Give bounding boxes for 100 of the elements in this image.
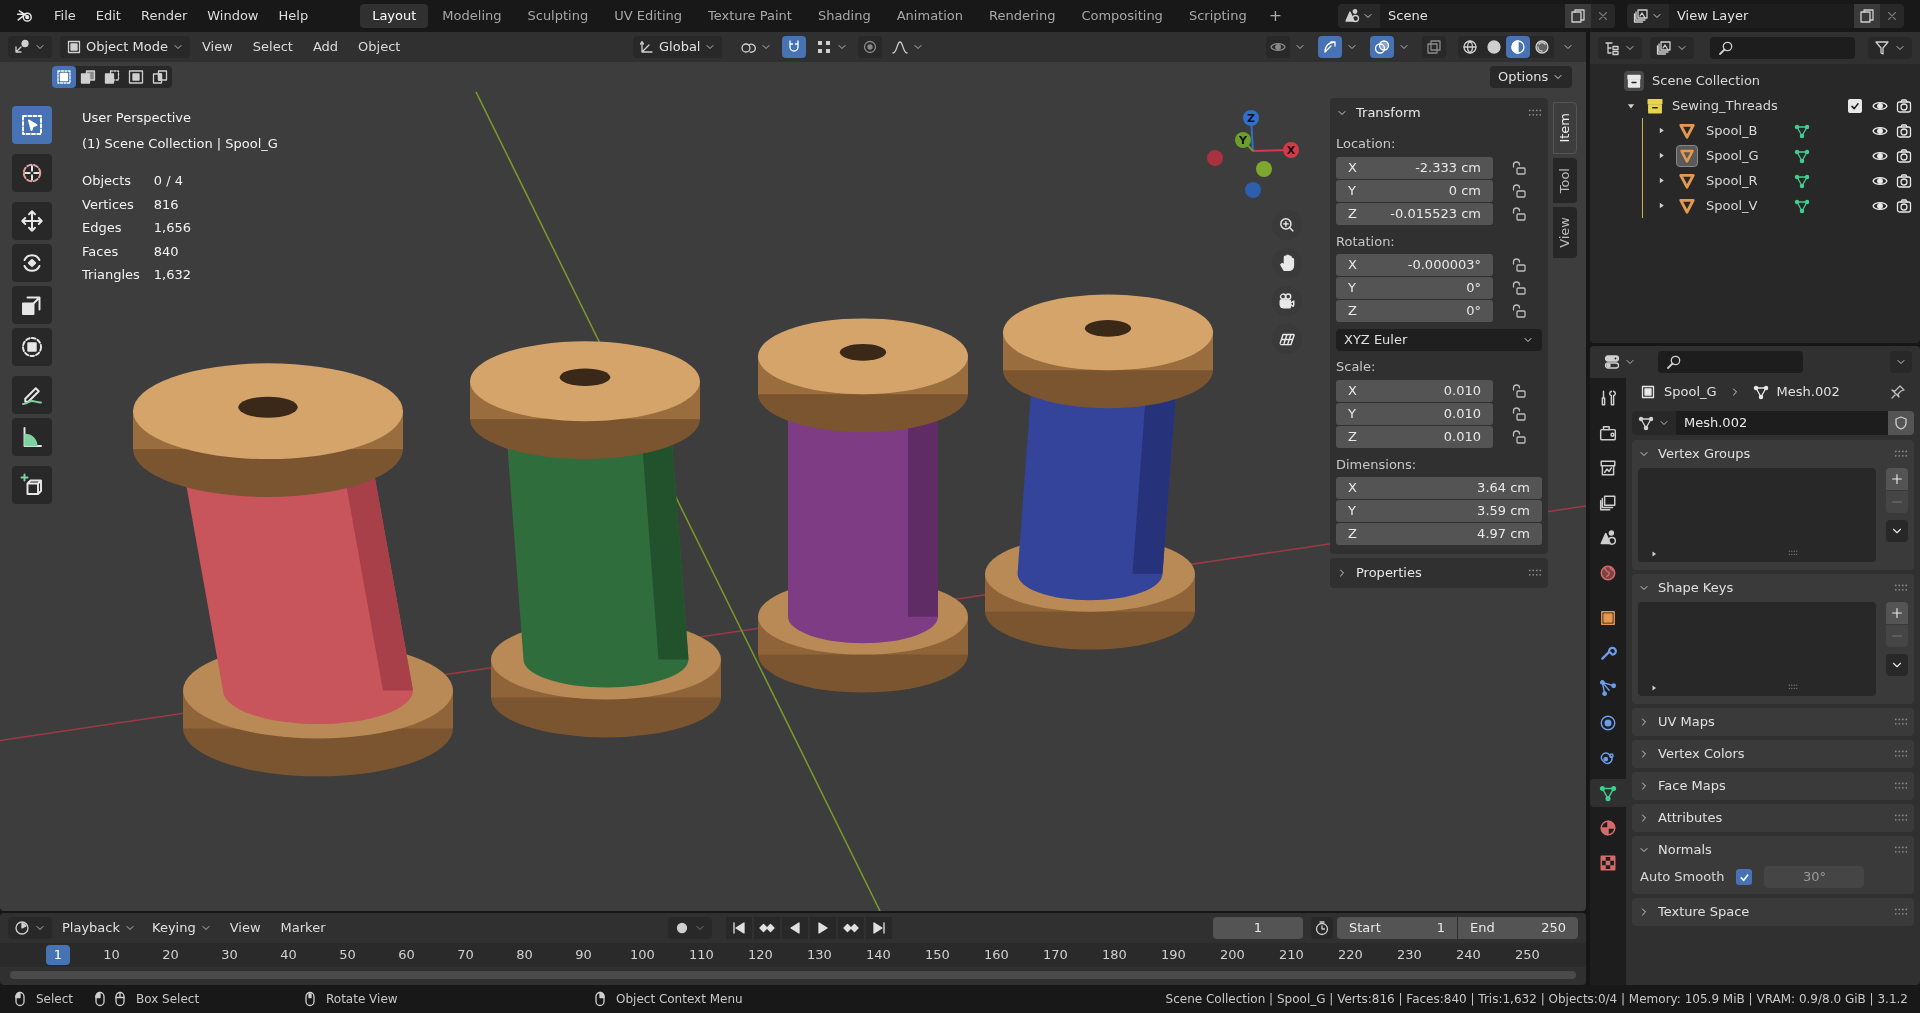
workspace-tab[interactable]: Scripting [1176,4,1259,28]
disclosure-triangle-icon[interactable] [1657,201,1666,210]
menu-dropdown[interactable]: Keying [146,917,218,939]
scene-selector[interactable] [1338,4,1380,28]
panel-title[interactable]: Transform [1356,103,1421,123]
checkbox[interactable] [1848,98,1862,113]
menu-item[interactable]: Add [304,36,347,58]
menu-item[interactable]: Render [132,4,196,28]
scene-field[interactable]: Scene [1380,4,1565,28]
mesh-browse-dropdown[interactable] [1632,411,1676,435]
add-workspace-button[interactable]: + [1260,4,1291,28]
lock-icon[interactable] [1511,205,1527,222]
tool-button[interactable] [12,418,52,456]
triangle-vertices-icon[interactable] [1794,197,1810,214]
menu-item[interactable]: Marker [272,917,334,939]
workspace-tab[interactable]: Modeling [430,4,514,28]
sidebar-tab[interactable]: Tool [1553,157,1577,203]
number-field[interactable]: Z 0° [1336,300,1493,322]
panel-title[interactable]: Normals [1658,840,1712,860]
triangle-vertices-icon[interactable] [1794,172,1810,189]
breadcrumb-item[interactable]: Spool_G [1664,382,1717,402]
lock-icon[interactable] [1511,428,1527,445]
lock-icon[interactable] [1511,257,1527,273]
proportional-toggle[interactable] [858,36,883,58]
workspace-tab[interactable]: Layout [360,4,429,28]
lock-icon[interactable] [1511,159,1527,176]
shading-mode-button[interactable] [1506,36,1530,58]
tree-item[interactable]: Spool_V [1706,195,1794,216]
lock-icon[interactable] [1511,382,1527,399]
tree-item[interactable]: Sewing_Threads [1672,95,1778,116]
navigation-gizmo[interactable]: Z Y X [1200,98,1310,208]
duplicate-icon[interactable] [1854,4,1880,28]
disclosure-triangle-icon[interactable] [1650,550,1658,558]
search-field[interactable] [1710,37,1855,59]
breadcrumb-item[interactable]: Mesh.002 [1776,382,1840,402]
overlays-toggle[interactable] [1370,36,1394,58]
gizmos-toggle[interactable] [1318,36,1342,58]
tool-button[interactable] [12,244,52,282]
workspace-tab[interactable]: Animation [884,4,975,28]
lock-icon[interactable] [1511,303,1527,319]
tool-button[interactable] [12,466,52,504]
number-field[interactable]: Z 0.010 [1336,425,1493,448]
close-icon[interactable] [1591,4,1615,28]
caret-icon[interactable] [1886,520,1908,542]
panel-title[interactable]: Attributes [1658,808,1723,828]
orientation-dropdown[interactable]: Global [633,36,723,58]
tool-button[interactable] [12,286,52,324]
frame-field[interactable]: 1 [1213,917,1303,939]
menu-item[interactable]: File [46,4,84,28]
plus-icon[interactable] [1886,602,1908,624]
start-frame-field[interactable]: Start 1 [1337,917,1457,939]
number-field[interactable]: Y 0 cm [1336,179,1493,202]
menu-item[interactable]: View [221,917,269,939]
checkbox[interactable] [1736,869,1753,885]
camera-icon[interactable] [1896,172,1912,189]
snap-toggle[interactable] [782,36,807,58]
menu-item[interactable]: Window [199,4,267,28]
search-field[interactable] [1658,351,1803,373]
number-field[interactable]: Z 4.97 cm [1336,523,1542,545]
duplicate-icon[interactable] [1565,4,1591,28]
camera-icon[interactable] [1896,97,1912,114]
sidebar-tab[interactable]: View [1553,206,1577,258]
camera-icon[interactable] [1896,122,1912,139]
workspace-tab[interactable]: Shading [805,4,883,28]
xray-toggle[interactable] [1422,36,1446,58]
diamonds-icon[interactable] [838,917,864,939]
caret-icon[interactable] [1886,654,1908,676]
grip-icon[interactable] [1786,682,1800,692]
scrollbar[interactable] [10,971,1576,979]
skip-start-icon[interactable] [726,917,752,939]
workspace-tab[interactable]: Rendering [977,4,1068,28]
caret-icon[interactable] [1890,351,1912,373]
mode-dropdown[interactable]: Object Mode [60,36,190,58]
tree-item[interactable]: Spool_R [1706,170,1794,191]
number-field[interactable]: Y 0.010 [1336,402,1493,425]
workspace-tab[interactable]: Compositing [1069,4,1175,28]
editor-type-button[interactable] [8,36,52,58]
triangle-vertices-icon[interactable] [1794,122,1810,139]
app-logo-icon[interactable] [16,7,34,25]
triangle-vertices-icon[interactable] [1794,147,1810,164]
tool-button[interactable] [12,328,52,366]
workspace-tab[interactable]: Texture Paint [696,4,804,28]
tree-item[interactable]: Spool_B [1706,120,1794,141]
playhead[interactable]: 1 [46,945,70,965]
rotation-mode-dropdown[interactable]: XYZ Euler [1336,329,1542,351]
number-field[interactable]: X 0.010 [1336,379,1493,402]
editor-type-button[interactable] [8,917,52,939]
menu-item[interactable]: Select [244,36,301,58]
lock-icon[interactable] [1511,405,1527,422]
menu-item[interactable]: Help [270,4,317,28]
record-button[interactable] [668,917,712,939]
number-field[interactable]: Z -0.015523 cm [1336,202,1493,225]
display-mode-dropdown[interactable] [1650,37,1694,59]
play-reverse-icon[interactable] [782,917,808,939]
menu-item[interactable]: View [193,36,241,58]
image-stack-selector[interactable] [1627,4,1669,28]
close-icon[interactable] [1880,4,1904,28]
pin-icon[interactable] [1890,384,1906,400]
number-field[interactable]: Y 3.59 cm [1336,500,1542,522]
tool-button[interactable] [12,154,52,192]
